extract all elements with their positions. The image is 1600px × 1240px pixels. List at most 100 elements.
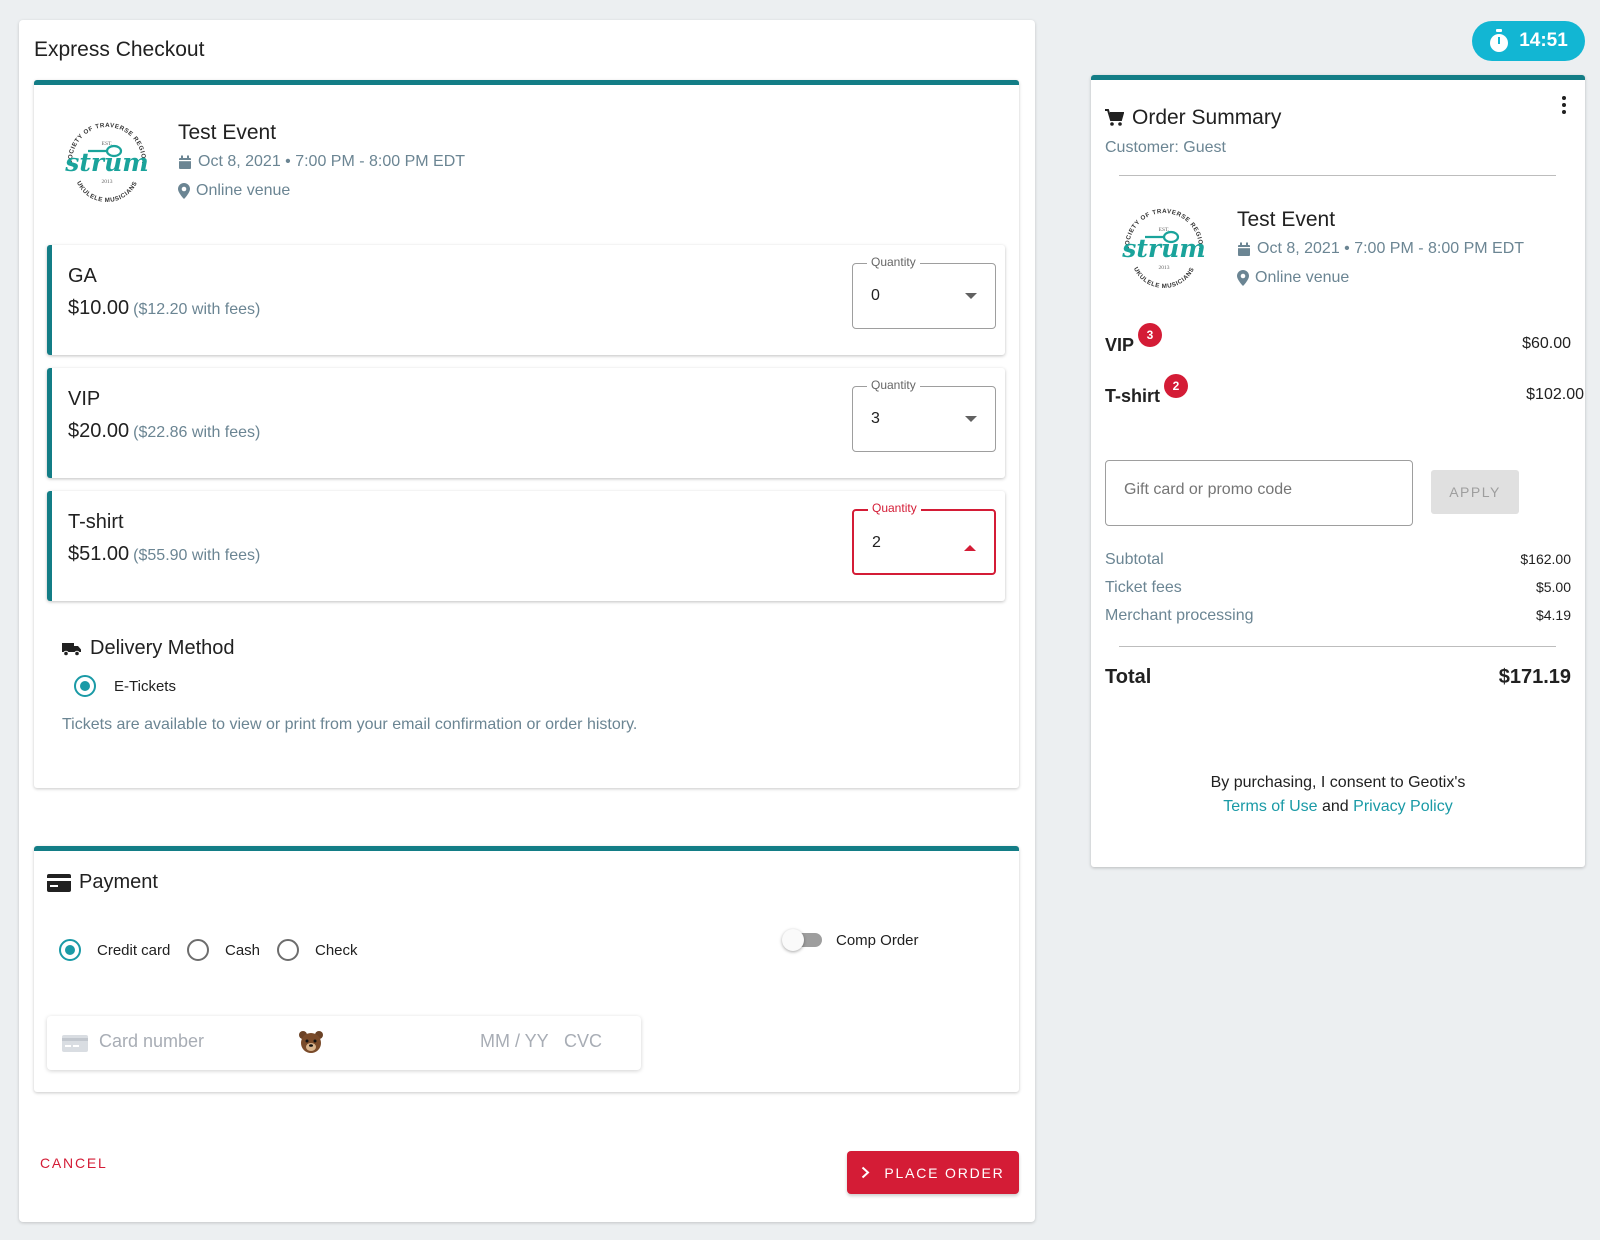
ticket-row-vip: VIP $20.00 ($22.86 with fees) Quantity 3 [47,368,1005,478]
summary-event-logo: SOCIETY OF TRAVERSE REGION UKULELE MUSIC… [1117,201,1211,300]
radio-check[interactable] [277,939,299,961]
quantity-label: Quantity [867,378,920,392]
terms-of-use-link[interactable]: Terms of Use [1223,798,1317,815]
quantity-select-ga[interactable]: Quantity 0 [852,255,996,329]
quantity-select-vip[interactable]: Quantity 3 [852,378,996,452]
event-date-row: Oct 8, 2021 • 7:00 PM - 8:00 PM EDT [178,153,465,171]
chevron-right-icon [862,1166,870,1179]
delivery-method-title: Delivery Method [90,637,235,659]
map-pin-icon [1237,270,1249,286]
order-summary-title: Order Summary [1132,106,1282,129]
summary-event-title: Test Event [1237,208,1336,231]
comp-order-toggle[interactable]: Comp Order [782,929,919,951]
cancel-button[interactable]: CANCEL [40,1155,108,1171]
summary-divider [1119,175,1556,176]
expiry-placeholder: MM / YY [480,1031,549,1051]
ticket-fees-label: Ticket fees [1105,579,1182,596]
credit-card-icon [47,873,71,892]
privacy-policy-link[interactable]: Privacy Policy [1353,798,1453,815]
order-summary-heading: Order Summary [1105,106,1281,130]
radio-cash[interactable] [187,939,209,961]
page-title: Express Checkout [34,38,205,61]
cvc-placeholder: CVC [564,1031,603,1051]
consent-links: Terms of Use and Privacy Policy [1091,798,1585,816]
merchant-processing-value: $4.19 [1535,607,1571,623]
map-pin-icon [178,183,190,199]
line-item-amount: $102.00 [1526,386,1584,403]
payment-method-cash[interactable]: Cash [187,939,260,961]
ticket-fee: ($55.90 with fees) [133,547,261,564]
event-date: Oct 8, 2021 • 7:00 PM - 8:00 PM EDT [198,153,466,170]
place-order-button[interactable]: PLACE ORDER [847,1151,1019,1194]
ticket-price-row: $51.00 ($55.90 with fees) [68,543,260,566]
total-divider [1119,646,1556,647]
ticket-name: VIP [68,388,101,410]
payment-section: Payment Credit card Cash Check Comp Orde… [34,846,1019,1092]
ticket-price-row: $10.00 ($12.20 with fees) [68,297,260,320]
and-text: and [1321,798,1349,815]
line-item-name: VIP [1105,335,1135,355]
summary-event-venue: Online venue [1255,269,1350,286]
ticket-price: $51.00 [68,543,130,565]
svg-text:strum: strum [64,148,148,177]
payment-method-label: Credit card [97,941,171,959]
merchant-processing-label: Merchant processing [1105,607,1254,624]
chevron-up-icon [964,545,976,551]
svg-text:strum: strum [1121,234,1205,263]
timer-value: 14:51 [1519,30,1568,51]
chevron-down-icon [965,293,977,299]
card-number-placeholder: Card number [99,1031,205,1051]
promo-code-input[interactable]: Gift card or promo code [1105,460,1413,526]
svg-text:2013: 2013 [1159,265,1170,271]
summary-event-date-row: Oct 8, 2021 • 7:00 PM - 8:00 PM EDT [1237,240,1524,258]
payment-method-label: Check [315,941,358,959]
card-number-field[interactable]: Card number MM / YY CVC [47,1016,641,1070]
toggle-switch[interactable] [782,929,822,951]
delivery-option-label: E-Tickets [114,677,176,695]
quantity-value: 0 [871,287,880,304]
ticket-fees-value: $5.00 [1535,579,1571,595]
delivery-method-heading: Delivery Method [62,637,235,660]
subtotal-value: $162.00 [1520,551,1571,567]
ticket-price: $10.00 [68,297,130,319]
line-item-amount: $60.00 [1522,335,1571,352]
delivery-note: Tickets are available to view or print f… [62,716,638,733]
chevron-down-icon [965,416,977,422]
ticket-name: T-shirt [68,511,124,533]
bear-icon [299,1031,323,1053]
radio-credit-card[interactable] [59,939,81,961]
delivery-option-etickets[interactable]: E-Tickets [74,675,176,697]
customer-label: Customer: Guest [1105,139,1226,156]
quantity-select-tshirt[interactable]: Quantity 2 [852,501,996,575]
quantity-label: Quantity [867,255,920,269]
quantity-value: 2 [872,534,881,551]
ticket-name: GA [68,265,97,287]
event-title: Test Event [178,121,277,144]
event-tickets-section: SOCIETY OF TRAVERSE REGION UKULELE MUSIC… [34,80,1019,788]
countdown-timer: 14:51 [1472,21,1585,61]
order-summary-card: Order Summary Customer: Guest SOCIETY OF… [1091,75,1585,867]
express-checkout-card: Express Checkout SOCIETY OF TRAVERSE REG… [19,20,1035,1222]
ticket-fee: ($12.20 with fees) [133,301,261,318]
ticket-row-tshirt: T-shirt $51.00 ($55.90 with fees) Quantit… [47,491,1005,601]
svg-text:2013: 2013 [102,179,113,185]
quantity-label: Quantity [868,501,921,515]
payment-method-check[interactable]: Check [277,939,358,961]
calendar-icon [179,155,191,169]
apply-button[interactable]: APPLY [1431,470,1519,514]
total-label: Total [1105,666,1152,688]
more-menu-icon[interactable] [1557,94,1571,116]
place-order-label: PLACE ORDER [884,1164,1005,1181]
summary-event-date: Oct 8, 2021 • 7:00 PM - 8:00 PM EDT [1257,240,1525,257]
event-logo: SOCIETY OF TRAVERSE REGION UKULELE MUSIC… [60,115,154,214]
comp-order-label: Comp Order [836,931,919,949]
ticket-price-row: $20.00 ($22.86 with fees) [68,420,260,443]
radio-etickets[interactable] [74,675,96,697]
payment-method-credit-card[interactable]: Credit card [59,939,170,961]
stopwatch-icon [1490,29,1509,52]
ticket-row-ga: GA $10.00 ($12.20 with fees) Quantity 0 [47,245,1005,355]
summary-event-venue-row: Online venue [1237,269,1349,287]
ticket-fee: ($22.86 with fees) [133,424,261,441]
total-value: $171.19 [1498,666,1571,688]
payment-heading: Payment [47,871,158,894]
